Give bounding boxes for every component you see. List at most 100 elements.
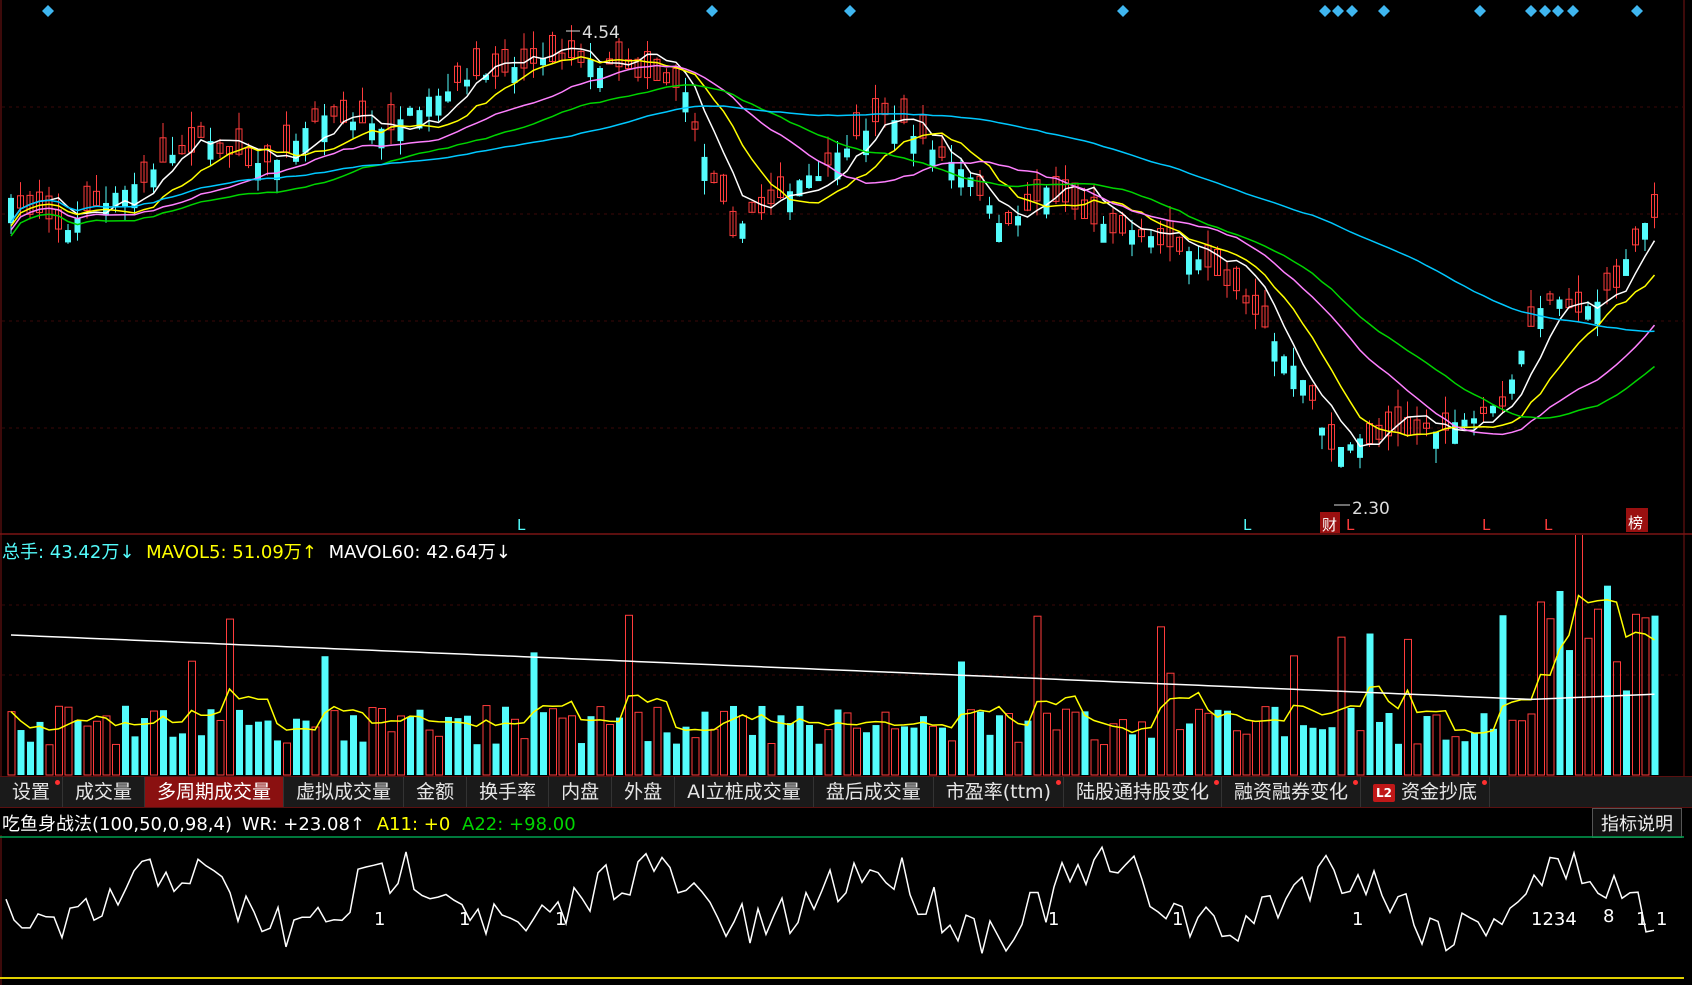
volume-bar: [1252, 720, 1260, 776]
candle-body: [1319, 427, 1325, 436]
volume-bar: [1623, 690, 1630, 775]
tab-label: 内盘: [561, 781, 600, 803]
candle-body: [844, 148, 850, 158]
tab-13[interactable]: L2 资金抄底: [1361, 777, 1491, 807]
candle-body: [1471, 418, 1477, 424]
volume-bar: [549, 708, 557, 776]
candle-body: [397, 119, 404, 142]
volume-bar: [1376, 721, 1383, 775]
volume-bar: [1290, 655, 1298, 776]
volume-bar: [435, 735, 443, 776]
tab-3[interactable]: 虚拟成交量: [284, 777, 405, 807]
volume-bar: [131, 736, 139, 775]
volume-bar: [682, 726, 690, 775]
volume-bar: [1233, 730, 1241, 776]
volume-bar: [7, 711, 16, 776]
finance-badge: 财: [1322, 516, 1337, 534]
volume-bar: [330, 710, 339, 776]
candle-body: [1195, 259, 1202, 271]
candle-body: [815, 176, 822, 182]
tab-10[interactable]: 市盈率(ttm): [934, 777, 1064, 807]
volume-bar: [102, 715, 111, 776]
candle-body: [682, 92, 689, 113]
volume-bar: [492, 743, 500, 775]
volume-bar: [1186, 723, 1193, 775]
low-price-annotation: 2.30: [1334, 499, 1390, 519]
candle-body: [1015, 216, 1021, 226]
price-chart[interactable]: 4.54 2.30 L L 财 L L L 榜: [0, 0, 1692, 535]
tab-7[interactable]: 外盘: [612, 777, 676, 807]
volume-bar: [1641, 617, 1650, 776]
mavol5-line: [10, 594, 1655, 734]
tab-11[interactable]: 陆股通持股变化: [1064, 777, 1222, 807]
volume-bar: [578, 743, 585, 775]
volume-bar: [967, 709, 975, 776]
candle-body: [1186, 251, 1192, 275]
diamond-icon: [844, 5, 856, 17]
indicator-help-button[interactable]: 指标说明: [1592, 808, 1682, 838]
volume-bar: [739, 715, 747, 776]
indicator-name: 吃鱼身战法(100,50,0,98,4): [2, 814, 233, 835]
volume-bar: [27, 741, 34, 775]
tab-0[interactable]: 设置: [0, 777, 64, 807]
candle-body: [701, 156, 708, 181]
candle-body: [834, 152, 841, 180]
candle-body: [1281, 356, 1287, 374]
candle-body: [1518, 350, 1525, 365]
volume-bar: [948, 740, 956, 776]
volume-bar: [1508, 719, 1517, 776]
tab-12[interactable]: 融资融券变化: [1222, 777, 1362, 807]
volume-bar: [1271, 706, 1279, 775]
volume-bar: [1499, 615, 1507, 775]
volume-bar: [796, 705, 804, 775]
rank-badge: 榜: [1628, 514, 1643, 532]
tab-label: 外盘: [624, 781, 663, 803]
tab-9[interactable]: 盘后成交量: [814, 777, 934, 807]
candle-body: [1100, 223, 1107, 243]
volume-bar: [1337, 636, 1346, 776]
tab-6[interactable]: 内盘: [549, 777, 613, 807]
signal-label: 1: [1172, 909, 1183, 930]
low-price-label: 2.30: [1352, 499, 1390, 519]
high-price-label: 4.54: [582, 23, 620, 43]
candle-body: [74, 218, 81, 233]
volume-bar: [141, 718, 148, 775]
volume-bar: [1546, 618, 1555, 776]
candle-body: [1300, 380, 1306, 396]
tab-4[interactable]: 金额: [404, 777, 468, 807]
volume-bars: [7, 535, 1659, 776]
tab-1[interactable]: 成交量: [63, 777, 146, 807]
tab-2[interactable]: 多周期成交量: [145, 777, 285, 807]
wr-value: +23.08↑: [283, 814, 365, 835]
volume-bar: [416, 709, 424, 775]
volume-bar: [1261, 706, 1270, 776]
candle-body: [1537, 308, 1544, 330]
signal-label: 1: [374, 909, 385, 930]
a11-value: +0: [423, 814, 451, 835]
indicator-chart[interactable]: 1 1 1 1 1 1 1234 8 1 1: [0, 835, 1692, 985]
volume-bar: [397, 715, 405, 776]
candle-body: [1338, 446, 1344, 467]
tab-dot-icon: [1482, 780, 1488, 785]
volume-bar: [1328, 727, 1336, 775]
tab-dot-icon: [55, 780, 61, 785]
volume-bar: [1356, 730, 1365, 776]
diamond-icon: [1378, 5, 1390, 17]
candle-body: [1585, 306, 1591, 320]
candle-body: [1129, 230, 1135, 245]
volume-bar: [1157, 626, 1165, 776]
volume-bar: [939, 727, 946, 775]
tab-8[interactable]: AI立桩成交量: [675, 777, 814, 807]
volume-bar: [853, 727, 861, 776]
volume-bar: [83, 725, 92, 776]
volume-bar: [1584, 637, 1593, 776]
volume-chart[interactable]: [0, 535, 1692, 776]
volume-bar: [1224, 710, 1231, 775]
tab-5[interactable]: 换手率: [467, 777, 550, 807]
volume-bar: [540, 712, 547, 775]
volume-bar: [587, 716, 595, 775]
volume-bar: [502, 706, 509, 775]
high-price-annotation: 4.54: [566, 23, 620, 43]
tab-label: 资金抄底: [1401, 781, 1478, 803]
candle-body: [445, 91, 451, 102]
